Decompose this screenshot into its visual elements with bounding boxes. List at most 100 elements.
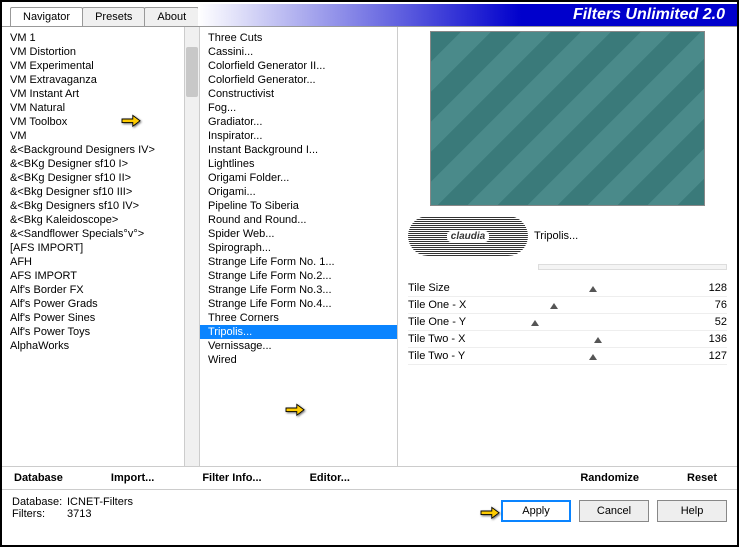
filter-info-button[interactable]: Filter Info... — [198, 472, 265, 484]
list-item[interactable]: Spider Web... — [200, 227, 397, 241]
list-item[interactable]: VM Natural — [2, 101, 184, 115]
slider-thumb-icon[interactable] — [550, 301, 558, 309]
list-item[interactable]: Strange Life Form No.3... — [200, 283, 397, 297]
list-item[interactable]: Alf's Border FX — [2, 283, 184, 297]
author-logo-text: claudia — [447, 231, 489, 242]
list-item[interactable]: AlphaWorks — [2, 339, 184, 353]
parameter-slider[interactable] — [496, 282, 689, 294]
filter-column: Three CutsCassini...Colorfield Generator… — [200, 27, 398, 466]
list-item[interactable]: VM Extravaganza — [2, 73, 184, 87]
parameter-label: Tile One - X — [408, 299, 488, 311]
parameter-value: 128 — [697, 282, 727, 294]
author-logo: claudia — [408, 216, 528, 256]
pointer-icon — [479, 502, 501, 520]
database-value: ICNET-Filters — [67, 496, 133, 508]
scrollbar-thumb[interactable] — [186, 47, 198, 97]
tabs: Navigator Presets About — [10, 7, 198, 26]
parameter-label: Tile Size — [408, 282, 488, 294]
category-list[interactable]: VM 1VM DistortionVM ExperimentalVM Extra… — [2, 27, 184, 466]
list-item[interactable]: Wired — [200, 353, 397, 367]
list-item[interactable]: Strange Life Form No.4... — [200, 297, 397, 311]
apply-button[interactable]: Apply — [501, 500, 571, 522]
list-item[interactable]: Colorfield Generator... — [200, 73, 397, 87]
list-item[interactable]: Instant Background I... — [200, 143, 397, 157]
parameter-slider[interactable] — [496, 316, 689, 328]
slider-thumb-icon[interactable] — [589, 352, 597, 360]
list-item[interactable]: Pipeline To Siberia — [200, 199, 397, 213]
slider-thumb-icon[interactable] — [531, 318, 539, 326]
parameter-label: Tile One - Y — [408, 316, 488, 328]
parameter-slider[interactable] — [496, 333, 689, 345]
list-item[interactable]: Tripolis... — [200, 325, 397, 339]
filter-list[interactable]: Three CutsCassini...Colorfield Generator… — [200, 27, 397, 371]
list-item[interactable]: Round and Round... — [200, 213, 397, 227]
list-item[interactable]: Fog... — [200, 101, 397, 115]
list-item[interactable]: Vernissage... — [200, 339, 397, 353]
list-item[interactable]: VM Distortion — [2, 45, 184, 59]
randomize-button[interactable]: Randomize — [576, 472, 643, 484]
list-item[interactable]: Cassini... — [200, 45, 397, 59]
list-item[interactable]: Colorfield Generator II... — [200, 59, 397, 73]
list-item[interactable]: &<Bkg Designers sf10 IV> — [2, 199, 184, 213]
parameter-slider[interactable] — [496, 299, 689, 311]
list-item[interactable]: VM Instant Art — [2, 87, 184, 101]
import-button[interactable]: Import... — [107, 472, 158, 484]
category-scrollbar[interactable] — [184, 27, 199, 466]
footer: Database:ICNET-Filters Filters:3713 Appl… — [2, 490, 737, 528]
list-item[interactable]: Alf's Power Grads — [2, 297, 184, 311]
list-item[interactable]: Strange Life Form No. 1... — [200, 255, 397, 269]
slider-thumb-icon[interactable] — [589, 284, 597, 292]
list-item[interactable]: VM Toolbox — [2, 115, 184, 129]
list-item[interactable]: &<Bkg Kaleidoscope> — [2, 213, 184, 227]
tab-navigator[interactable]: Navigator — [10, 7, 83, 26]
list-item[interactable]: Strange Life Form No.2... — [200, 269, 397, 283]
list-item[interactable]: Origami Folder... — [200, 171, 397, 185]
parameter-list: Tile Size128Tile One - X76Tile One - Y52… — [408, 280, 727, 365]
main: VM 1VM DistortionVM ExperimentalVM Extra… — [2, 26, 737, 466]
list-item[interactable]: AFS IMPORT — [2, 269, 184, 283]
parameter-label: Tile Two - Y — [408, 350, 488, 362]
list-item[interactable]: Inspirator... — [200, 129, 397, 143]
list-item[interactable]: Constructivist — [200, 87, 397, 101]
editor-button[interactable]: Editor... — [306, 472, 354, 484]
list-item[interactable]: Three Corners — [200, 311, 397, 325]
list-item[interactable]: Lightlines — [200, 157, 397, 171]
parameter-row: Tile One - X76 — [408, 297, 727, 314]
tab-presets[interactable]: Presets — [82, 7, 145, 26]
list-item[interactable]: VM Experimental — [2, 59, 184, 73]
help-button[interactable]: Help — [657, 500, 727, 522]
cancel-button[interactable]: Cancel — [579, 500, 649, 522]
parameter-row: Tile Size 128 — [408, 280, 727, 297]
list-item[interactable]: &<BKg Designer sf10 I> — [2, 157, 184, 171]
database-button[interactable]: Database — [10, 472, 67, 484]
list-item[interactable]: VM — [2, 129, 184, 143]
preview-image — [430, 31, 705, 206]
list-item[interactable]: Three Cuts — [200, 31, 397, 45]
list-item[interactable]: Spirograph... — [200, 241, 397, 255]
slider-thumb-icon[interactable] — [594, 335, 602, 343]
parameter-row: Tile Two - Y 127 — [408, 348, 727, 365]
footer-info: Database:ICNET-Filters Filters:3713 — [12, 496, 133, 520]
list-item[interactable]: Alf's Power Toys — [2, 325, 184, 339]
list-item[interactable]: &<BKg Designer sf10 II> — [2, 171, 184, 185]
parameter-value: 136 — [697, 333, 727, 345]
list-item[interactable]: &<Sandflower Specials°v°> — [2, 227, 184, 241]
parameter-value: 127 — [697, 350, 727, 362]
parameter-row: Tile Two - X136 — [408, 331, 727, 348]
list-item[interactable]: &<Background Designers IV> — [2, 143, 184, 157]
filter-name-label: Tripolis... — [534, 230, 727, 242]
list-item[interactable]: &<Bkg Designer sf10 III> — [2, 185, 184, 199]
list-item[interactable]: VM 1 — [2, 31, 184, 45]
tab-about[interactable]: About — [144, 7, 199, 26]
parameter-slider[interactable] — [496, 350, 689, 362]
list-item[interactable]: AFH — [2, 255, 184, 269]
title-bar: Filters Unlimited 2.0 — [198, 4, 737, 26]
list-item[interactable]: Gradiator... — [200, 115, 397, 129]
list-item[interactable]: Alf's Power Sines — [2, 311, 184, 325]
reset-button[interactable]: Reset — [683, 472, 721, 484]
list-item[interactable]: Origami... — [200, 185, 397, 199]
badge-row: claudia Tripolis... — [408, 216, 727, 256]
list-item[interactable]: [AFS IMPORT] — [2, 241, 184, 255]
filters-count-value: 3713 — [67, 508, 91, 520]
progress-bar — [538, 264, 727, 270]
